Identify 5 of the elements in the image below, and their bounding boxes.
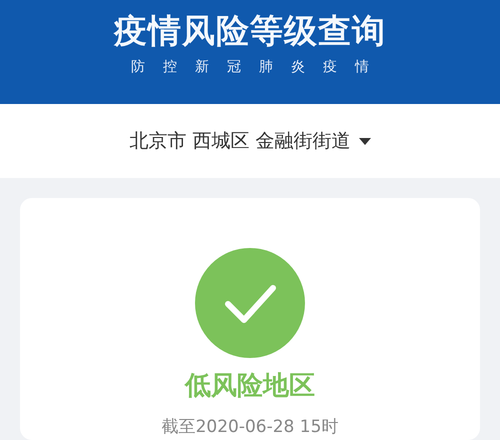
update-time: 截至2020-06-28 15时: [162, 416, 338, 438]
page-title: 疫情风险等级查询: [114, 10, 386, 52]
risk-level: 低风险地区: [185, 370, 315, 403]
caret-icon: [358, 137, 371, 145]
page-subtitle: 防控新冠肺炎疫情: [131, 58, 387, 76]
